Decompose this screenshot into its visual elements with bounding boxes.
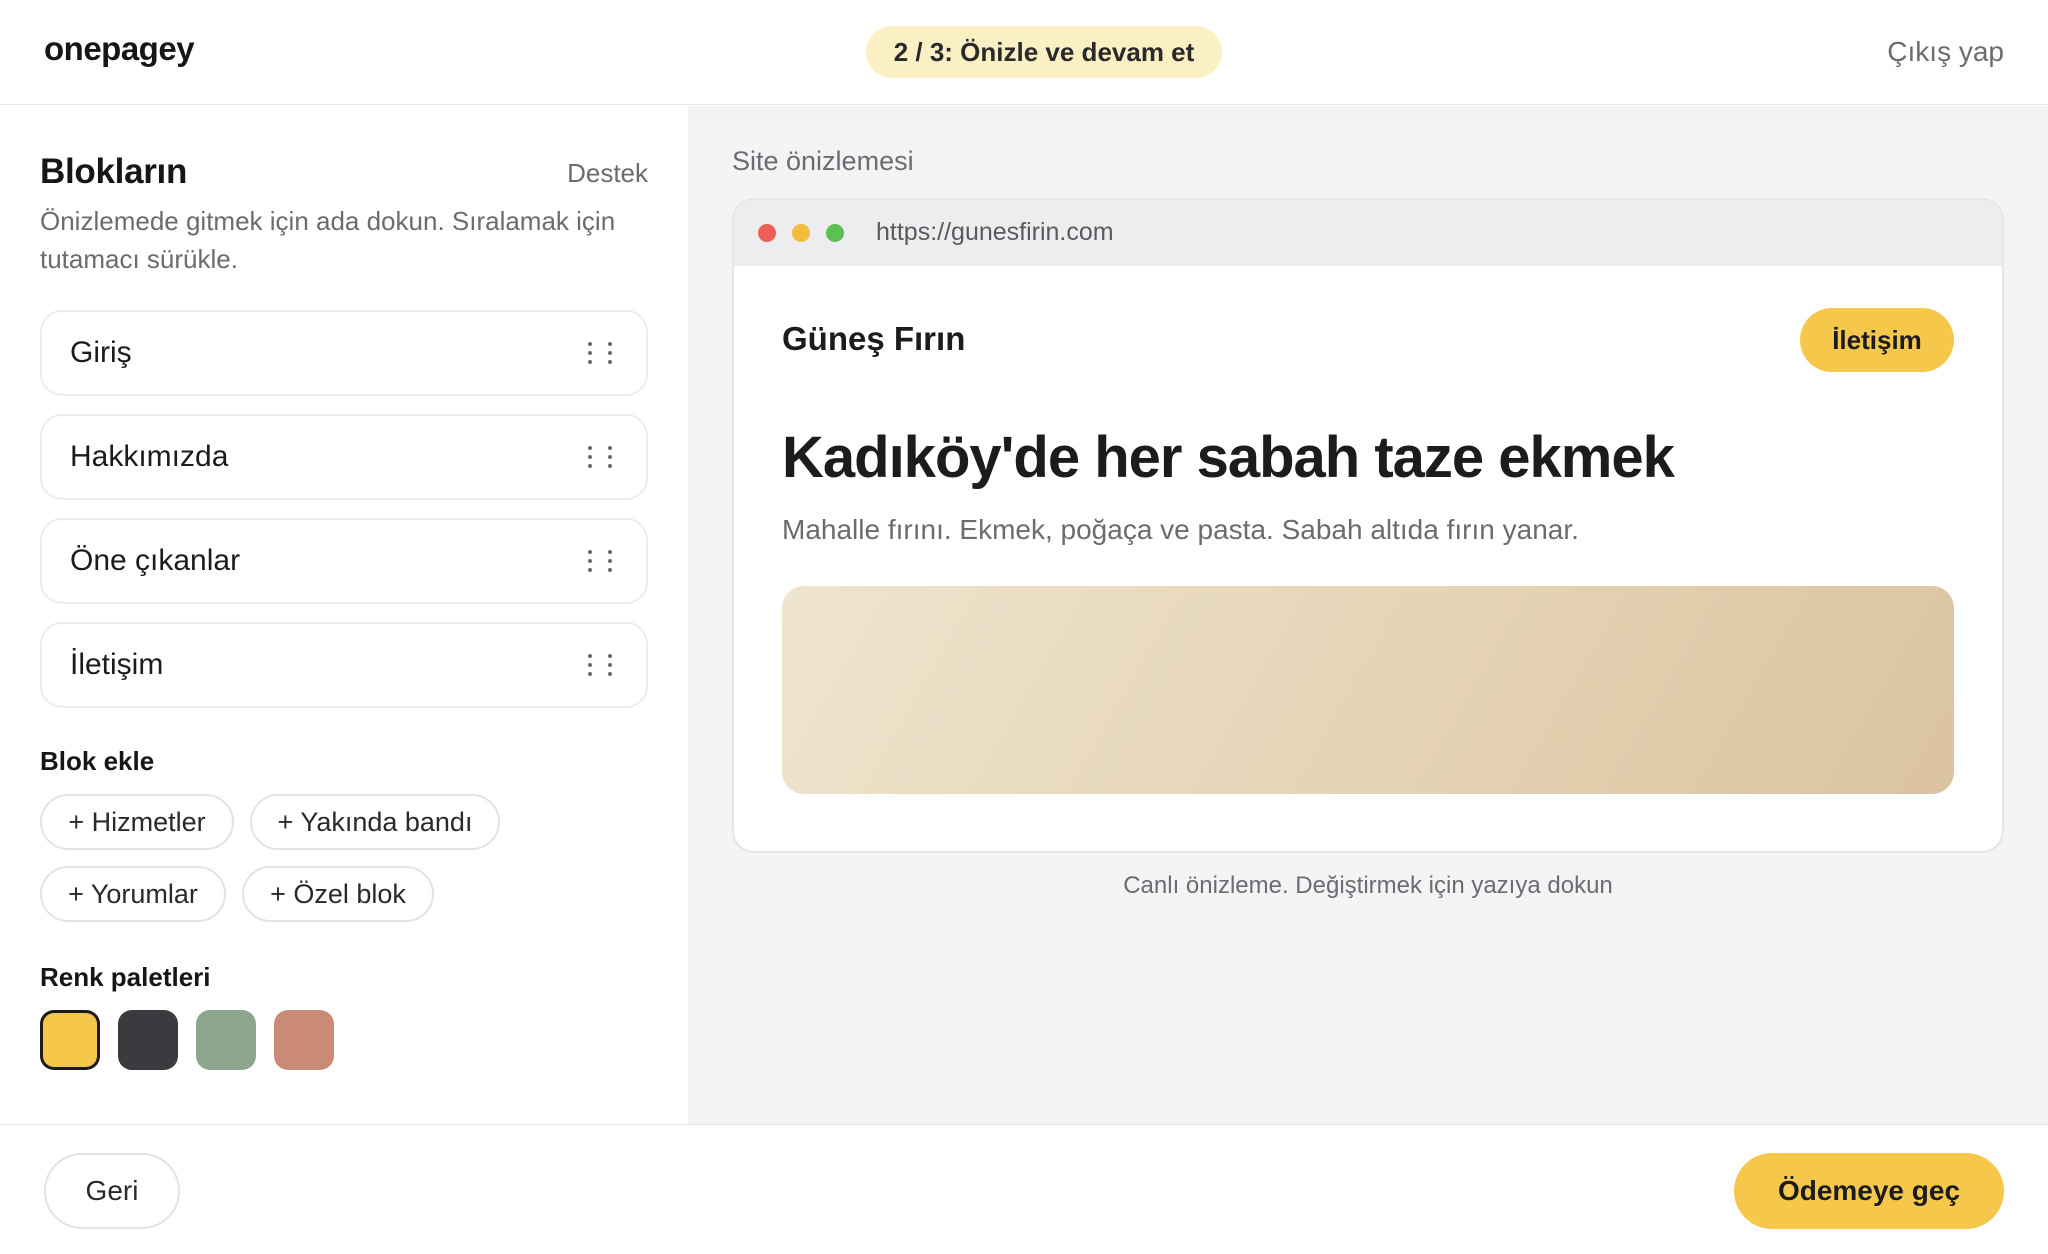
block-item-iletisim[interactable]: İletişim	[40, 622, 648, 708]
top-bar: onepagey 2 / 3: Önizle ve devam et Çıkış…	[0, 0, 2048, 105]
drag-handle-icon[interactable]	[588, 654, 612, 676]
blocks-title: Blokların	[40, 152, 188, 191]
add-coming-soon-button[interactable]: + Yakında bandı	[250, 794, 500, 850]
blocks-panel: Blokların Destek Önizlemede gitmek için …	[0, 106, 688, 1124]
add-block-title: Blok ekle	[40, 746, 155, 776]
palette-swatch-dark[interactable]	[118, 1010, 178, 1070]
preview-panel: Site önizlemesi https://gunesfirin.com G…	[688, 106, 2048, 1124]
site-subtext[interactable]: Mahalle fırını. Ekmek, poğaça ve pasta. …	[782, 514, 1579, 546]
block-item-one-cikanlar[interactable]: Öne çıkanlar	[40, 518, 648, 604]
site-url: https://gunesfirin.com	[876, 218, 1114, 246]
block-item-label: Öne çıkanlar	[70, 544, 241, 577]
site-name[interactable]: Güneş Fırın	[782, 320, 965, 358]
block-item-label: Hakkımızda	[70, 440, 229, 473]
browser-frame: https://gunesfirin.com Güneş Fırın İleti…	[732, 198, 2004, 853]
drag-handle-icon[interactable]	[588, 446, 612, 468]
logout-link[interactable]: Çıkış yap	[1887, 36, 2004, 68]
app-root: onepagey 2 / 3: Önizle ve devam et Çıkış…	[0, 0, 2048, 1254]
brand-logo[interactable]: onepagey	[44, 30, 195, 68]
drag-handle-icon[interactable]	[588, 342, 612, 364]
checkout-button[interactable]: Ödemeye geç	[1734, 1153, 2004, 1229]
add-services-button[interactable]: + Hizmetler	[40, 794, 234, 850]
site-hero-image[interactable]	[782, 586, 1954, 794]
blocks-hint: Önizlemede gitmek için ada dokun. Sırala…	[40, 206, 616, 274]
preview-title: Site önizlemesi	[732, 146, 914, 176]
add-custom-block-button[interactable]: + Özel blok	[242, 866, 434, 922]
palette-title: Renk paletleri	[40, 962, 211, 992]
bottom-bar: Geri Ödemeye geç	[0, 1124, 2048, 1254]
palette-swatch-terracotta[interactable]	[274, 1010, 334, 1070]
drag-handle-icon[interactable]	[588, 550, 612, 572]
support-link[interactable]: Destek	[567, 158, 648, 189]
site-contact-button[interactable]: İletişim	[1800, 308, 1954, 372]
block-item-label: İletişim	[70, 648, 164, 681]
site-headline[interactable]: Kadıköy'de her sabah taze ekmek	[782, 424, 1675, 491]
block-item-label: Giriş	[70, 336, 132, 369]
palette-swatch-yellow[interactable]	[40, 1010, 100, 1070]
back-button[interactable]: Geri	[44, 1153, 180, 1229]
add-reviews-button[interactable]: + Yorumlar	[40, 866, 226, 922]
preview-caption: Canlı önizleme. Değiştirmek için yazıya …	[1123, 872, 1613, 899]
maximize-dot-icon	[826, 224, 844, 242]
palette-swatch-sage[interactable]	[196, 1010, 256, 1070]
step-indicator: 2 / 3: Önizle ve devam et	[866, 26, 1222, 78]
close-dot-icon	[758, 224, 776, 242]
block-item-hakkimizda[interactable]: Hakkımızda	[40, 414, 648, 500]
browser-address-bar: https://gunesfirin.com	[734, 200, 2002, 266]
block-item-giris[interactable]: Giriş	[40, 310, 648, 396]
minimize-dot-icon	[792, 224, 810, 242]
